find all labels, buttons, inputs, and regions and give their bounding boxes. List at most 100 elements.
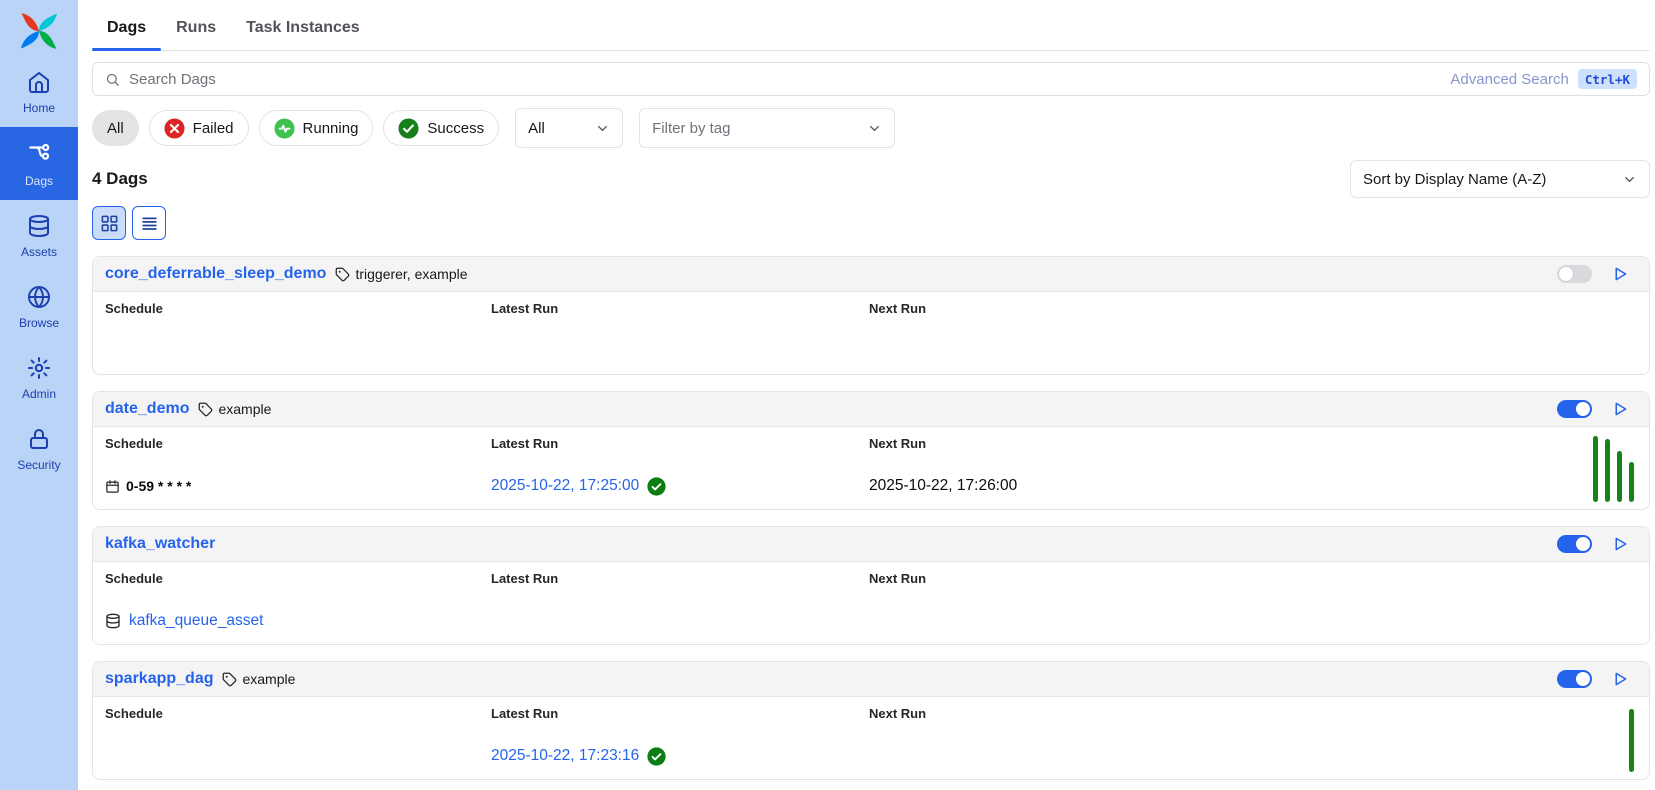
chevron-down-icon xyxy=(867,121,882,136)
dag-card: core_deferrable_sleep_demo triggerer, ex… xyxy=(92,256,1650,375)
run-bar[interactable] xyxy=(1593,436,1598,502)
main-content: Dags Runs Task Instances Advanced Search… xyxy=(78,0,1655,790)
schedule-value xyxy=(105,746,491,766)
sidebar-item-label: Assets xyxy=(21,245,57,259)
run-history-bars xyxy=(1593,436,1634,502)
state-filter-select[interactable]: All xyxy=(515,108,623,148)
status-chip-success[interactable]: Success xyxy=(383,110,499,146)
table-view-button[interactable] xyxy=(132,206,166,240)
latest-run-label: Latest Run xyxy=(491,706,869,721)
airflow-logo[interactable] xyxy=(0,0,78,56)
play-icon xyxy=(1611,265,1629,283)
sidebar-item-browse[interactable]: Browse xyxy=(0,271,78,342)
latest-run-label: Latest Run xyxy=(491,571,869,586)
dag-card-header: date_demo example xyxy=(93,392,1649,427)
dag-pause-toggle[interactable] xyxy=(1557,400,1592,418)
sidebar-item-label: Admin xyxy=(22,387,56,401)
pinwheel-icon xyxy=(18,10,60,52)
run-bar[interactable] xyxy=(1629,462,1634,502)
globe-icon xyxy=(27,285,51,309)
dag-card-body: Schedule Latest Run Next Run xyxy=(93,292,1649,374)
dag-card-header: kafka_watcher xyxy=(93,527,1649,562)
card-view-button[interactable] xyxy=(92,206,126,240)
search-input[interactable] xyxy=(129,71,1441,88)
search-icon xyxy=(105,72,120,87)
status-chip-all[interactable]: All xyxy=(92,110,139,146)
run-history-bars xyxy=(1629,709,1634,772)
dag-card-header: core_deferrable_sleep_demo triggerer, ex… xyxy=(93,257,1649,292)
trigger-dag-button[interactable] xyxy=(1611,535,1629,553)
success-check-icon xyxy=(647,747,666,766)
dag-card-list: core_deferrable_sleep_demo triggerer, ex… xyxy=(92,256,1650,780)
schedule-label: Schedule xyxy=(105,571,491,586)
run-bar[interactable] xyxy=(1605,439,1610,502)
dag-pause-toggle[interactable] xyxy=(1557,670,1592,688)
dag-pause-toggle[interactable] xyxy=(1557,265,1592,283)
trigger-dag-button[interactable] xyxy=(1611,265,1629,283)
tab-dags[interactable]: Dags xyxy=(92,13,161,50)
top-tabs: Dags Runs Task Instances xyxy=(92,0,1650,51)
chevron-down-icon xyxy=(595,121,610,136)
sidebar-item-assets[interactable]: Assets xyxy=(0,200,78,271)
shortcut-badge: Ctrl+K xyxy=(1578,69,1637,89)
next-run-value xyxy=(869,611,1637,631)
schedule-value xyxy=(105,341,491,361)
filter-row: All Failed Running Success All Filter by… xyxy=(92,108,1650,148)
schedule-value: kafka_queue_asset xyxy=(105,611,491,631)
run-bar[interactable] xyxy=(1617,451,1622,502)
dag-pause-toggle[interactable] xyxy=(1557,535,1592,553)
lock-icon xyxy=(27,427,51,451)
next-run-label: Next Run xyxy=(869,571,1637,586)
dag-card-body: Schedule 0-59 * * * * Latest Run 2025-10… xyxy=(93,427,1649,509)
dag-name-link[interactable]: date_demo xyxy=(105,400,189,418)
dag-card: sparkapp_dag example Schedule xyxy=(92,661,1650,780)
play-icon xyxy=(1611,400,1629,418)
dag-card: date_demo example Schedule 0- xyxy=(92,391,1650,510)
advanced-search-link[interactable]: Advanced Search xyxy=(1450,71,1568,88)
sort-value: Sort by Display Name (A-Z) xyxy=(1363,171,1546,188)
sidebar: Home Dags Assets Browse Admin Security xyxy=(0,0,78,790)
play-icon xyxy=(1611,535,1629,553)
tag-icon xyxy=(198,402,213,417)
sidebar-item-home[interactable]: Home xyxy=(0,56,78,127)
tab-task-instances[interactable]: Task Instances xyxy=(231,13,375,50)
tag-icon xyxy=(335,267,350,282)
tag-icon xyxy=(222,672,237,687)
dag-name-link[interactable]: kafka_watcher xyxy=(105,535,215,553)
tag-filter-select[interactable]: Filter by tag xyxy=(639,108,895,148)
dag-card-header: sparkapp_dag example xyxy=(93,662,1649,697)
sidebar-item-security[interactable]: Security xyxy=(0,413,78,484)
list-header: 4 Dags Sort by Display Name (A-Z) xyxy=(92,160,1650,198)
schedule-label: Schedule xyxy=(105,301,491,316)
next-run-value xyxy=(869,746,1637,766)
status-chip-failed[interactable]: Failed xyxy=(149,110,249,146)
trigger-dag-button[interactable] xyxy=(1611,400,1629,418)
schedule-asset-link[interactable]: kafka_queue_asset xyxy=(129,612,263,630)
tab-runs[interactable]: Runs xyxy=(161,13,231,50)
sidebar-item-label: Security xyxy=(17,458,60,472)
sidebar-item-dags[interactable]: Dags xyxy=(0,127,78,200)
list-view-icon xyxy=(140,214,159,233)
schedule-label: Schedule xyxy=(105,706,491,721)
dag-card: kafka_watcher Schedule kafka xyxy=(92,526,1650,645)
dag-card-body: Schedule kafka_queue_asset Latest Run Ne… xyxy=(93,562,1649,644)
sidebar-item-label: Browse xyxy=(19,316,59,330)
dag-name-link[interactable]: sparkapp_dag xyxy=(105,670,213,688)
database-icon xyxy=(27,214,51,238)
sidebar-item-admin[interactable]: Admin xyxy=(0,342,78,413)
play-icon xyxy=(1611,670,1629,688)
success-icon xyxy=(398,118,419,139)
dag-card-body: Schedule Latest Run 2025-10-22, 17:23:16… xyxy=(93,697,1649,779)
state-filter-value: All xyxy=(528,120,545,137)
run-bar[interactable] xyxy=(1629,709,1634,772)
latest-run-link[interactable]: 2025-10-22, 17:23:16 xyxy=(491,747,639,765)
trigger-dag-button[interactable] xyxy=(1611,670,1629,688)
next-run-label: Next Run xyxy=(869,301,1637,316)
sort-select[interactable]: Sort by Display Name (A-Z) xyxy=(1350,160,1650,198)
grid-view-icon xyxy=(100,214,119,233)
latest-run-link[interactable]: 2025-10-22, 17:25:00 xyxy=(491,477,639,495)
dag-tags: example xyxy=(222,671,295,687)
status-chip-running[interactable]: Running xyxy=(259,110,374,146)
dag-name-link[interactable]: core_deferrable_sleep_demo xyxy=(105,265,326,283)
running-icon xyxy=(274,118,295,139)
